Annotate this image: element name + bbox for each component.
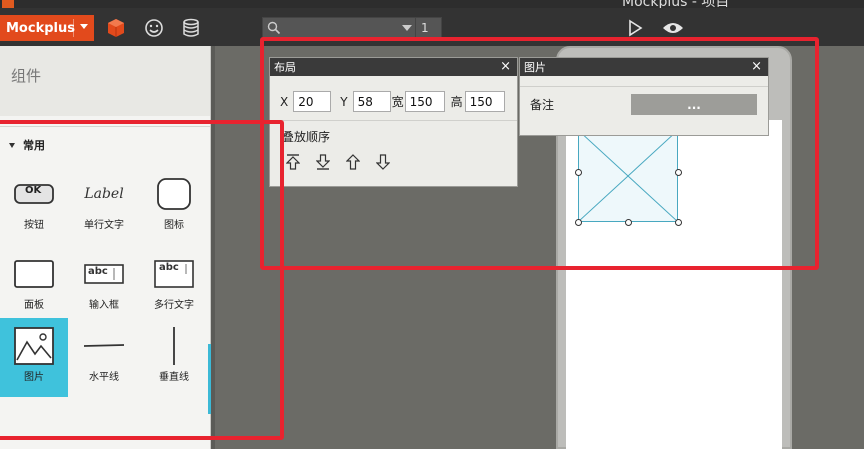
chevron-down-icon[interactable] xyxy=(402,25,412,31)
chevron-down-icon xyxy=(80,24,88,29)
search-divider xyxy=(415,18,416,38)
mockplus-menu-button[interactable]: Mockplus xyxy=(0,15,94,41)
brand-label: Mockplus xyxy=(6,20,75,36)
play-icon[interactable] xyxy=(624,17,646,39)
sidebar-title: 组件 xyxy=(11,67,42,85)
database-icon[interactable] xyxy=(180,17,202,39)
brand-separator xyxy=(73,19,74,37)
search-icon xyxy=(267,21,281,38)
emoji-icon[interactable] xyxy=(143,17,165,39)
sidebar-header: 组件 xyxy=(0,46,210,116)
highlight-box-components xyxy=(0,120,284,440)
cube-icon[interactable] xyxy=(105,17,127,39)
app-logo-icon xyxy=(2,0,14,8)
page-search-input[interactable]: 1 xyxy=(262,17,442,39)
eye-icon[interactable] xyxy=(662,17,684,39)
highlight-box-properties xyxy=(260,37,819,270)
page-number: 1 xyxy=(421,21,429,35)
window-titlebar: Mockplus - 项目 xyxy=(0,0,864,8)
window-title: Mockplus - 项目 xyxy=(622,0,730,8)
